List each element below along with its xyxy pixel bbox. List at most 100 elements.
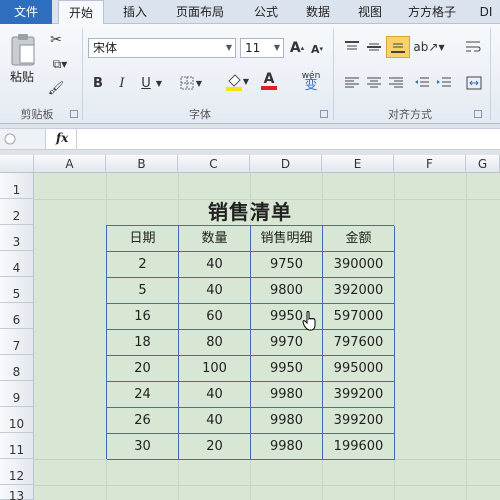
italic-button[interactable]: I (114, 74, 130, 92)
wrap-text-icon[interactable] (462, 38, 484, 56)
table-cell[interactable]: 9980 (251, 434, 323, 460)
column-header-f[interactable]: F (394, 155, 466, 173)
shrink-font-button[interactable]: A ▾ (310, 42, 324, 56)
align-bottom-icon[interactable] (386, 36, 410, 58)
column-header-a[interactable]: A (34, 155, 106, 173)
table-cell[interactable]: 995000 (323, 356, 395, 382)
table-cell[interactable]: 9980 (251, 382, 323, 408)
row-header[interactable]: 5 (0, 277, 34, 303)
align-top-icon[interactable] (342, 38, 362, 56)
table-cell[interactable]: 392000 (323, 278, 395, 304)
table-cell[interactable]: 18 (107, 330, 179, 356)
column-header-b[interactable]: B (106, 155, 178, 173)
orientation-icon[interactable]: ab↗ ▼ (413, 38, 444, 56)
sheet-title[interactable]: 销售清单 (106, 199, 394, 225)
tab-home[interactable]: 开始 (58, 0, 104, 25)
table-cell[interactable]: 9950 (251, 356, 323, 382)
table-cell[interactable]: 26 (107, 408, 179, 434)
row-header[interactable]: 11 (0, 433, 34, 459)
align-center-icon[interactable] (364, 74, 384, 92)
row-header[interactable]: 13 (0, 485, 34, 500)
table-cell[interactable]: 5 (107, 278, 179, 304)
formula-input[interactable] (76, 129, 500, 149)
table-cell[interactable]: 9980 (251, 408, 323, 434)
table-cell[interactable]: 390000 (323, 252, 395, 278)
align-middle-icon[interactable] (364, 38, 384, 56)
table-cell[interactable]: 2 (107, 252, 179, 278)
font-name-select[interactable]: 宋体 ▼ (88, 38, 236, 58)
column-header-e[interactable]: E (322, 155, 394, 173)
table-cell[interactable]: 40 (179, 408, 251, 434)
cut-icon[interactable]: ✂ (48, 32, 64, 48)
merge-center-icon[interactable] (462, 74, 486, 92)
name-box[interactable] (0, 129, 46, 149)
table-header-cell[interactable]: 金额 (323, 226, 395, 252)
select-all-corner[interactable] (0, 155, 34, 173)
table-cell[interactable]: 399200 (323, 408, 395, 434)
row-header[interactable]: 7 (0, 329, 34, 355)
table-header-cell[interactable]: 销售明细 (251, 226, 323, 252)
tab-developer[interactable]: DI (472, 0, 500, 24)
underline-dropdown-icon[interactable]: ▼ (154, 74, 164, 92)
table-header-cell[interactable]: 数量 (179, 226, 251, 252)
table-cell[interactable]: 80 (179, 330, 251, 356)
row-header[interactable]: 9 (0, 381, 34, 407)
increase-indent-icon[interactable] (434, 74, 454, 92)
table-cell[interactable]: 797600 (323, 330, 395, 356)
table-cell[interactable]: 20 (179, 434, 251, 460)
borders-icon[interactable]: ▼ (178, 74, 204, 92)
column-header-c[interactable]: C (178, 155, 250, 173)
column-header-d[interactable]: D (250, 155, 322, 173)
row-header[interactable]: 6 (0, 303, 34, 329)
table-cell[interactable]: 9970 (251, 330, 323, 356)
tab-file[interactable]: 文件 (0, 0, 52, 24)
row-header[interactable]: 12 (0, 459, 34, 485)
bold-button[interactable]: B (90, 74, 106, 92)
alignment-launcher-icon[interactable] (474, 110, 482, 118)
worksheet[interactable]: A B C D E F G 1 2 3 4 5 6 7 8 9 10 11 12… (0, 155, 500, 500)
tab-fangfang[interactable]: 方方格子 (400, 0, 464, 24)
tab-page-layout[interactable]: 页面布局 (166, 0, 234, 24)
tab-view[interactable]: 视图 (348, 0, 392, 24)
table-cell[interactable]: 40 (179, 382, 251, 408)
font-size-select[interactable]: 11 ▼ (240, 38, 284, 58)
copy-icon[interactable]: ⧉▾ (48, 56, 72, 72)
table-cell[interactable]: 9800 (251, 278, 323, 304)
table-cell[interactable]: 100 (179, 356, 251, 382)
table-cell[interactable]: 20 (107, 356, 179, 382)
tab-insert[interactable]: 插入 (112, 0, 158, 24)
font-launcher-icon[interactable] (320, 110, 328, 118)
tab-formulas[interactable]: 公式 (244, 0, 288, 24)
clipboard-launcher-icon[interactable] (70, 110, 78, 118)
row-header[interactable]: 4 (0, 251, 34, 277)
insert-function-button[interactable]: fx (56, 131, 68, 145)
font-color-icon[interactable]: A (254, 70, 284, 92)
align-right-icon[interactable] (386, 74, 406, 92)
paste-label[interactable]: 粘贴 (10, 68, 40, 85)
table-cell[interactable]: 40 (179, 252, 251, 278)
fill-color-icon[interactable]: ▼ (222, 70, 252, 92)
row-header[interactable]: 8 (0, 355, 34, 381)
table-header-cell[interactable]: 日期 (107, 226, 179, 252)
table-cell[interactable]: 399200 (323, 382, 395, 408)
table-cell[interactable]: 40 (179, 278, 251, 304)
grow-font-button[interactable]: A ▴ (290, 40, 304, 56)
table-cell[interactable]: 30 (107, 434, 179, 460)
format-painter-icon[interactable]: 🖌 (48, 80, 65, 96)
underline-button[interactable]: U (138, 74, 154, 92)
phonetic-guide-icon[interactable]: wén 变 (294, 68, 328, 94)
row-header[interactable]: 1 (0, 173, 34, 199)
align-left-icon[interactable] (342, 74, 362, 92)
row-header[interactable]: 2 (0, 199, 34, 225)
table-cell[interactable]: 16 (107, 304, 179, 330)
row-header[interactable]: 10 (0, 407, 34, 433)
decrease-indent-icon[interactable] (412, 74, 432, 92)
table-cell[interactable]: 9750 (251, 252, 323, 278)
table-cell[interactable]: 24 (107, 382, 179, 408)
paste-icon[interactable] (8, 30, 38, 70)
table-cell[interactable]: 597000 (323, 304, 395, 330)
table-cell[interactable]: 60 (179, 304, 251, 330)
table-cell[interactable]: 199600 (323, 434, 395, 460)
tab-data[interactable]: 数据 (296, 0, 340, 24)
row-header[interactable]: 3 (0, 225, 34, 251)
